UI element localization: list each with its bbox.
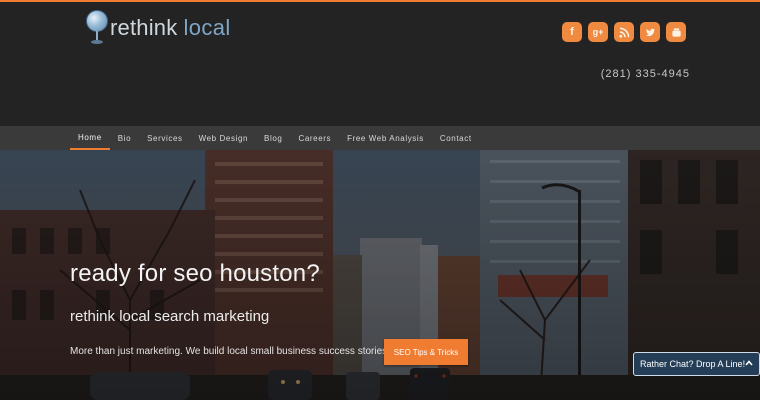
seo-tips-button[interactable]: SEO Tips & Tricks (384, 339, 468, 365)
chat-widget-tab[interactable]: Rather Chat? Drop A Line! (633, 352, 760, 376)
nav-item-free-web-analysis[interactable]: Free Web Analysis (339, 126, 432, 150)
phone-number[interactable]: (281) 335-4945 (601, 68, 690, 80)
nav-item-services[interactable]: Services (139, 126, 190, 150)
hero-subtitle: rethink local search marketing (70, 308, 270, 325)
twitter-icon[interactable] (640, 22, 660, 42)
hero-tagline: More than just marketing. We build local… (70, 346, 390, 357)
main-navigation: Home Bio Services Web Design Blog Career… (0, 126, 760, 150)
google-plus-icon[interactable]: g+ (588, 22, 608, 42)
nav-item-web-design[interactable]: Web Design (191, 126, 256, 150)
nav-item-blog[interactable]: Blog (256, 126, 290, 150)
site-logo[interactable]: rethink local (86, 10, 231, 46)
chevron-up-icon (745, 360, 753, 366)
nav-item-contact[interactable]: Contact (432, 126, 480, 150)
location-pin-icon (86, 10, 108, 46)
site-header: rethink local f g+ (281) 335-4945 (0, 2, 760, 126)
hero-title: ready for seo houston? (70, 260, 320, 287)
nav-item-bio[interactable]: Bio (110, 126, 139, 150)
nav-item-careers[interactable]: Careers (290, 126, 339, 150)
social-links: f g+ (562, 22, 686, 42)
logo-text-local: local (183, 15, 231, 40)
chat-widget-label: Rather Chat? Drop A Line! (640, 359, 746, 369)
nav-item-home[interactable]: Home (70, 126, 110, 150)
logo-text-rethink: rethink (110, 15, 178, 40)
facebook-icon[interactable]: f (562, 22, 582, 42)
rss-icon[interactable] (614, 22, 634, 42)
youtube-icon[interactable] (666, 22, 686, 42)
